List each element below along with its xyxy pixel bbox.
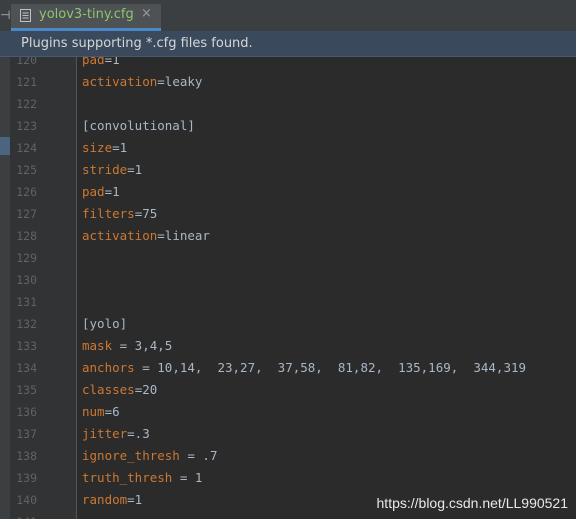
line-number: 138 — [16, 449, 37, 463]
config-value: =6 — [104, 404, 120, 419]
config-value: =1 — [104, 57, 120, 67]
code-line[interactable]: pad=1 — [82, 57, 526, 71]
line-number: 120 — [16, 57, 37, 67]
code-line[interactable]: [convolutional] — [82, 115, 526, 137]
config-key: size — [82, 140, 113, 155]
config-value: [yolo] — [82, 316, 128, 331]
code-line[interactable]: activation=leaky — [82, 71, 526, 93]
watermark: https://blog.csdn.net/LL990521 — [376, 495, 568, 511]
code-line[interactable] — [82, 511, 526, 519]
line-number: 128 — [16, 229, 37, 243]
code-line[interactable]: activation=linear — [82, 225, 526, 247]
config-key: stride — [82, 162, 128, 177]
config-value: = 3,4,5 — [112, 338, 173, 353]
code-line[interactable]: stride=1 — [82, 159, 526, 181]
config-value: =20 — [134, 382, 158, 397]
code-line[interactable] — [82, 291, 526, 313]
line-number: 124 — [16, 141, 37, 155]
plugin-notification-banner: Plugins supporting *.cfg files found. — [0, 31, 576, 57]
file-config-icon — [20, 9, 31, 22]
line-number: 135 — [16, 383, 37, 397]
code-line[interactable]: [yolo] — [82, 313, 526, 335]
editor-tab-bar: ⊣ yolov3-tiny.cfg × — [0, 0, 576, 31]
code-line[interactable]: filters=75 — [82, 203, 526, 225]
config-key: random — [82, 492, 128, 507]
line-number: 140 — [16, 493, 37, 507]
config-key: pad — [82, 184, 105, 199]
config-value: = 1 — [172, 470, 203, 485]
config-key: jitter — [82, 426, 128, 441]
line-number: 129 — [16, 251, 37, 265]
code-line[interactable]: num=6 — [82, 401, 526, 423]
code-line[interactable] — [82, 269, 526, 291]
line-numbers: 120 121 122 123 124 125 126 127 128 129 130 131 132 1… — [10, 57, 37, 519]
line-number: 133 — [16, 339, 37, 353]
tab-yolov3-tiny-cfg[interactable]: yolov3-tiny.cfg × — [11, 4, 161, 31]
tool-window-marker — [0, 137, 10, 155]
code-line[interactable]: mask = 3,4,5 — [82, 335, 526, 357]
code-line[interactable]: truth_thresh = 1 — [82, 467, 526, 489]
config-key: mask — [82, 338, 113, 353]
code-line[interactable]: ignore_thresh = .7 — [82, 445, 526, 467]
gutter-divider — [76, 57, 77, 519]
line-number: 130 — [16, 273, 37, 287]
line-number: 122 — [16, 97, 37, 111]
line-number: 132 — [16, 317, 37, 331]
config-value: = .7 — [179, 448, 218, 463]
line-number: 141 — [10, 511, 37, 519]
code-line[interactable]: pad=1 — [82, 181, 526, 203]
config-value: =.3 — [127, 426, 150, 441]
config-key: ignore_thresh — [82, 448, 180, 463]
code-line[interactable]: jitter=.3 — [82, 423, 526, 445]
config-value: =1 — [104, 184, 120, 199]
banner-text: Plugins supporting *.cfg files found. — [21, 36, 253, 51]
close-icon[interactable]: × — [141, 6, 152, 21]
config-key: filters — [82, 206, 135, 221]
line-number: 125 — [16, 163, 37, 177]
code-line[interactable]: anchors = 10,14, 23,27, 37,58, 81,82, 13… — [82, 357, 526, 379]
config-key: anchors — [82, 360, 135, 375]
tool-window-strip — [0, 57, 10, 519]
code-line[interactable] — [82, 93, 526, 115]
config-key: pad — [82, 57, 105, 67]
line-number: 134 — [16, 361, 37, 375]
code-lines[interactable]: pad=1 activation=leaky [convolutional] size… — [82, 57, 526, 519]
tab-title: yolov3-tiny.cfg — [39, 7, 134, 22]
line-number: 131 — [16, 295, 37, 309]
code-editor[interactable]: 120 121 122 123 124 125 126 127 128 129 130 131 132 1… — [0, 57, 576, 519]
line-number: 136 — [16, 405, 37, 419]
tab-scroll-left-icon[interactable]: ⊣ — [0, 8, 10, 22]
config-value: =1 — [127, 492, 143, 507]
code-line[interactable] — [82, 247, 526, 269]
line-number: 126 — [16, 185, 37, 199]
code-line[interactable]: size=1 — [82, 137, 526, 159]
line-number: 123 — [16, 119, 37, 133]
config-value: =1 — [127, 162, 143, 177]
config-value: = 10,14, 23,27, 37,58, 81,82, 135,169, 3… — [134, 360, 527, 375]
config-value: =1 — [112, 140, 128, 155]
config-value: =linear — [157, 228, 210, 243]
line-number: 127 — [16, 207, 37, 221]
config-value: [convolutional] — [82, 118, 195, 133]
config-value: =75 — [134, 206, 158, 221]
config-key: activation — [82, 228, 158, 243]
line-number: 137 — [16, 427, 37, 441]
config-key: num — [82, 404, 105, 419]
code-line[interactable]: classes=20 — [82, 379, 526, 401]
config-key: classes — [82, 382, 135, 397]
config-key: truth_thresh — [82, 470, 173, 485]
config-value: =leaky — [157, 74, 203, 89]
line-number: 121 — [16, 75, 37, 89]
line-number: 139 — [16, 471, 37, 485]
config-key: activation — [82, 74, 158, 89]
